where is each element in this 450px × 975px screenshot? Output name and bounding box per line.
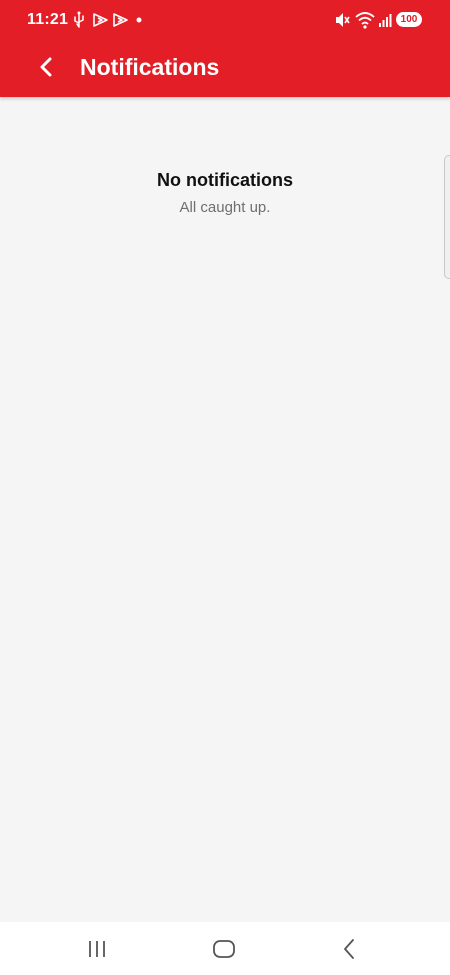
dot-icon [136, 17, 142, 23]
play-icon [113, 13, 128, 27]
recent-apps-icon [89, 941, 105, 957]
status-left-icons [72, 11, 152, 29]
edge-panel-handle[interactable] [444, 155, 450, 279]
home-button[interactable] [199, 932, 249, 966]
signal-icon [379, 14, 392, 27]
wifi-icon [355, 12, 375, 29]
mute-icon [336, 13, 350, 27]
home-icon [213, 940, 235, 958]
system-nav-bar [0, 922, 450, 975]
back-icon [344, 939, 354, 959]
recent-apps-button[interactable] [72, 932, 122, 966]
status-bar: 11:21 100 [0, 0, 450, 40]
chevron-left-icon [40, 57, 52, 77]
app-header: 11:21 100 Notifications [0, 0, 450, 97]
empty-state: No notifications All caught up. [0, 168, 450, 218]
empty-state-title: No notifications [157, 170, 293, 190]
play-icon [93, 13, 108, 27]
page-title: Notifications [80, 54, 220, 80]
back-button[interactable] [30, 52, 64, 82]
status-time: 11:21 [27, 11, 69, 28]
system-back-button[interactable] [324, 932, 374, 966]
empty-state-subtitle: All caught up. [179, 199, 271, 216]
battery-icon: 100 [396, 12, 422, 27]
usb-icon [74, 11, 84, 28]
